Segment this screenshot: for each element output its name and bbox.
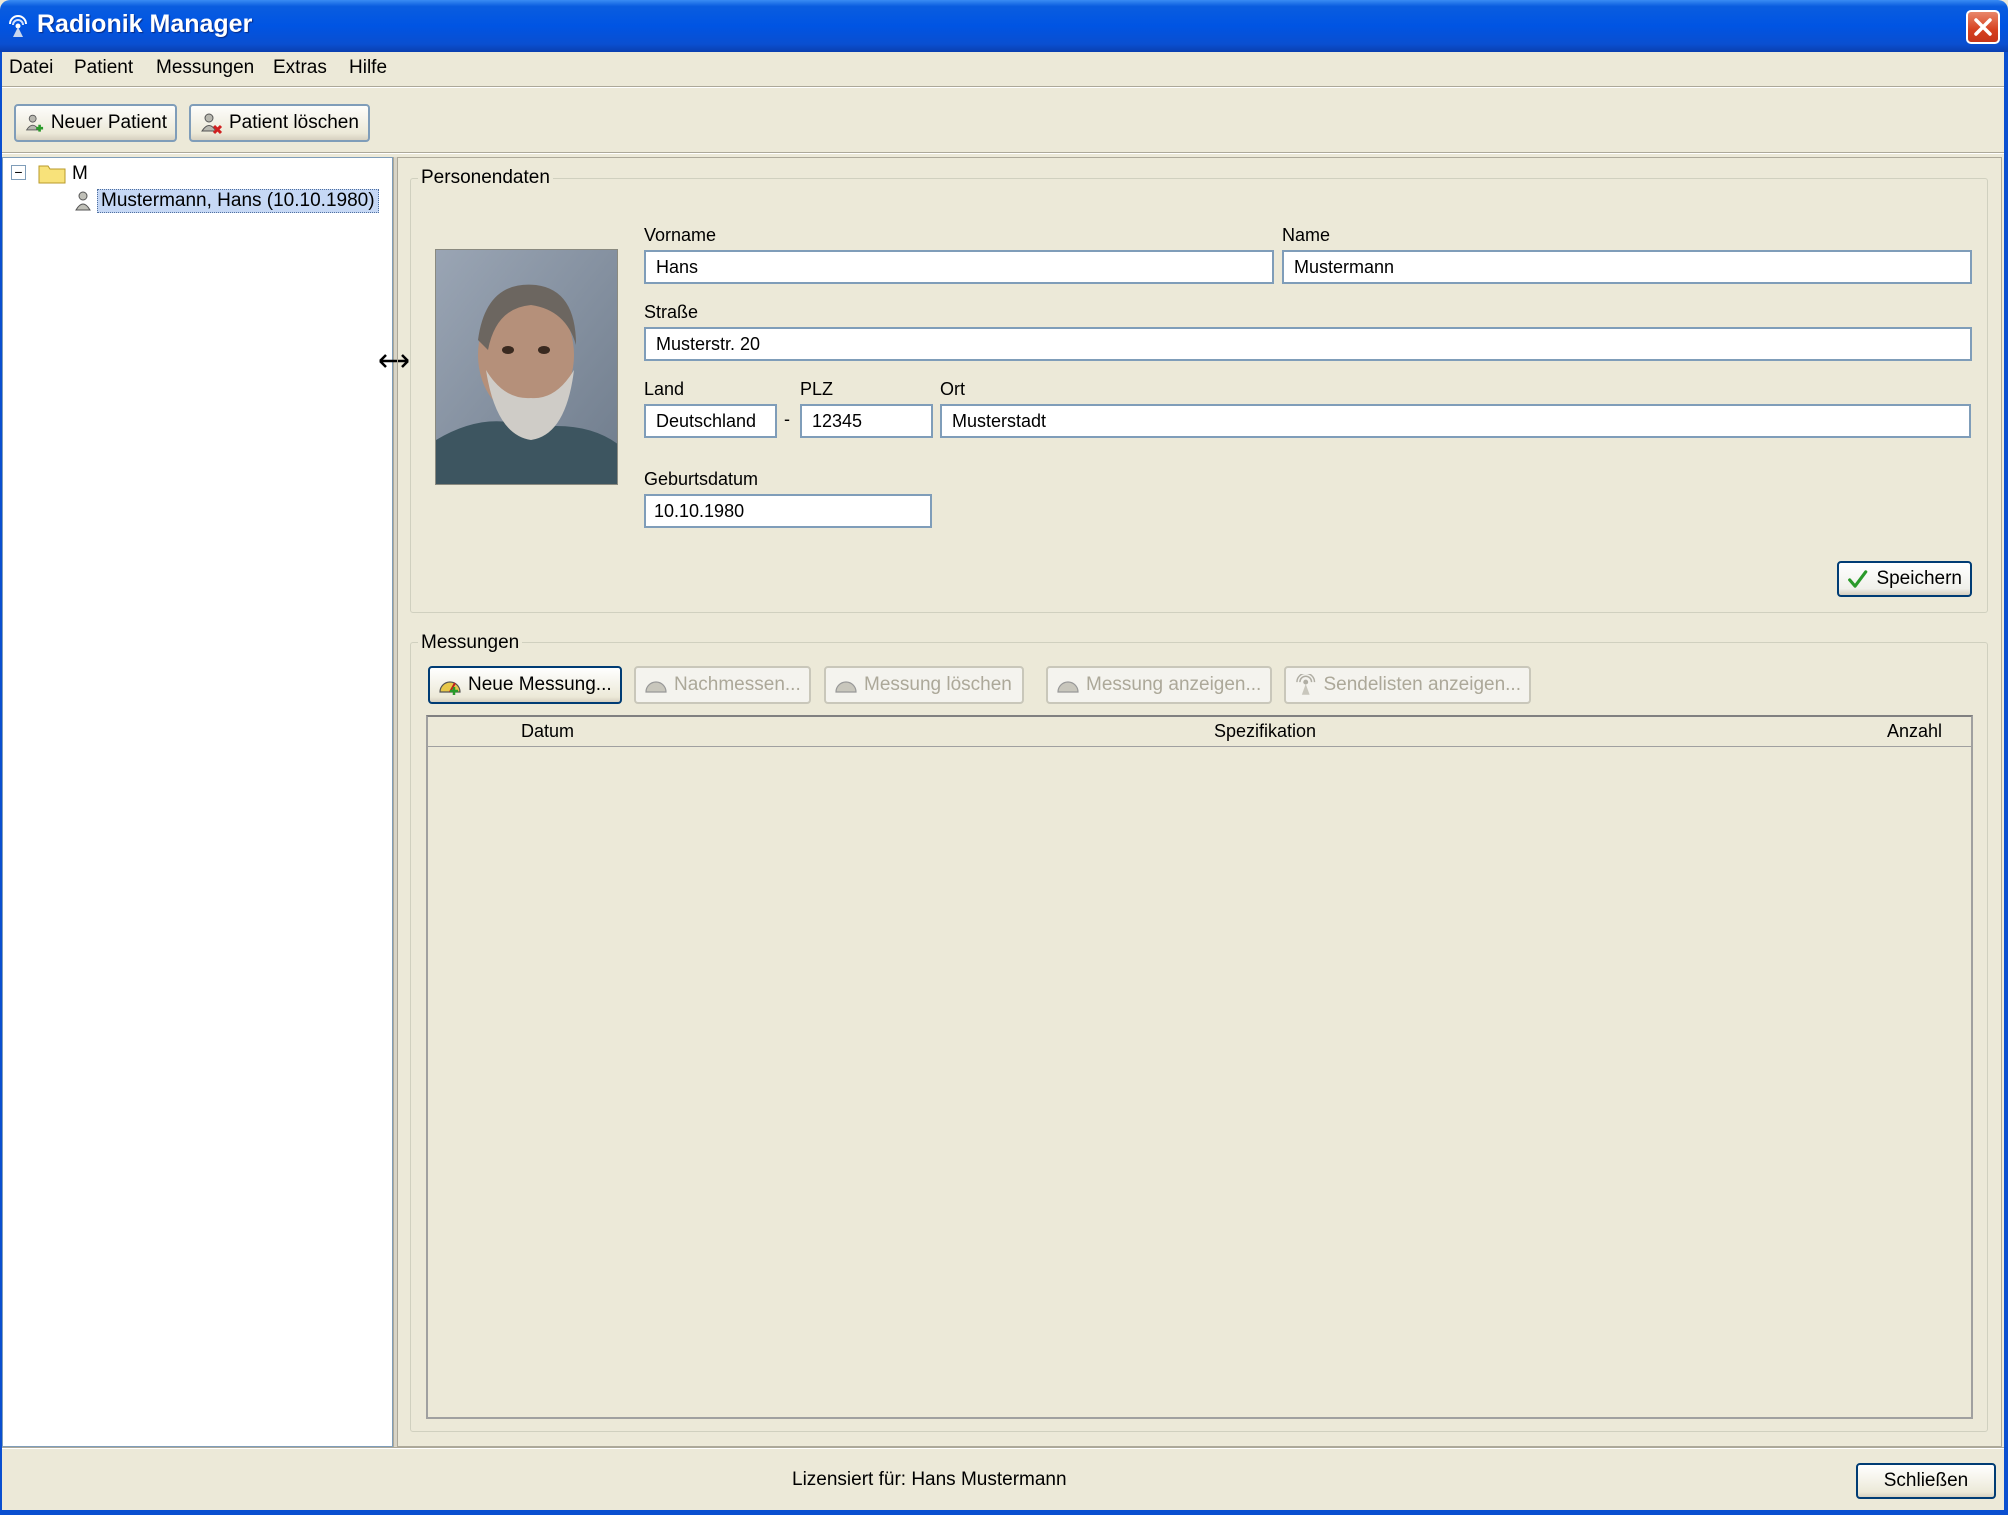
- person-icon: [75, 191, 91, 211]
- menu-divider: [2, 86, 2004, 88]
- license-text: Lizensiert für: Hans Mustermann: [792, 1469, 1067, 1490]
- ort-label: Ort: [940, 379, 965, 399]
- column-header-spezifikation[interactable]: Spezifikation: [1214, 721, 1316, 742]
- title-bar: [0, 0, 2008, 52]
- measurements-table[interactable]: [426, 715, 1973, 1419]
- patient-photo: [435, 249, 618, 485]
- save-button-label: Speichern: [1876, 568, 1962, 589]
- toolbar-divider: [2, 152, 2004, 154]
- name-input[interactable]: [1282, 250, 1972, 284]
- vorname-input[interactable]: [644, 250, 1274, 284]
- measurement-gauge-icon: [439, 681, 461, 695]
- delete-measurement-label: Messung löschen: [864, 674, 1012, 695]
- plz-input[interactable]: [800, 404, 933, 438]
- show-send-lists-label: Sendelisten anzeigen...: [1323, 674, 1521, 695]
- delete-patient-button[interactable]: Patient löschen: [189, 104, 370, 142]
- plz-label: PLZ: [800, 379, 834, 399]
- tree-collapse-toggle[interactable]: −: [11, 165, 26, 180]
- strasse-input[interactable]: [644, 327, 1972, 361]
- personendaten-legend: Personendaten: [418, 167, 553, 189]
- column-header-datum[interactable]: Datum: [521, 721, 574, 742]
- menu-datei[interactable]: Datei: [9, 57, 53, 79]
- new-measurement-label: Neue Messung...: [468, 674, 612, 695]
- gauge-view-icon: [1057, 681, 1079, 693]
- new-patient-button[interactable]: Neuer Patient: [14, 104, 177, 142]
- tree-group-label[interactable]: M: [72, 163, 88, 185]
- show-measurement-button[interactable]: Messung anzeigen...: [1046, 666, 1272, 704]
- new-patient-label: Neuer Patient: [50, 112, 167, 133]
- folder-icon: [38, 165, 66, 184]
- window-frame-bottom: [0, 1510, 2008, 1515]
- geburtsdatum-input[interactable]: [644, 494, 932, 528]
- checkmark-icon: [1848, 570, 1868, 588]
- remeasure-button[interactable]: Nachmessen...: [634, 666, 811, 704]
- delete-measurement-button[interactable]: Messung löschen: [824, 666, 1024, 704]
- window-title: Radionik Manager: [37, 10, 253, 38]
- menu-extras[interactable]: Extras: [273, 57, 327, 79]
- tree-item-patient[interactable]: Mustermann, Hans (10.10.1980): [97, 189, 379, 213]
- name-label: Name: [1282, 225, 1331, 245]
- land-label: Land: [644, 379, 685, 399]
- patient-tree[interactable]: [2, 157, 393, 1447]
- ort-input[interactable]: [940, 404, 1971, 438]
- menu-messungen[interactable]: Messungen: [156, 57, 254, 79]
- close-application-label: Schließen: [1883, 1470, 1969, 1491]
- menu-hilfe[interactable]: Hilfe: [349, 57, 387, 79]
- land-input[interactable]: [644, 404, 777, 438]
- geburtsdatum-label: Geburtsdatum: [644, 469, 759, 489]
- vorname-label: Vorname: [644, 225, 717, 245]
- close-icon: [1974, 18, 1992, 36]
- strasse-label: Straße: [644, 302, 699, 322]
- gauge-delete-icon: [835, 681, 857, 693]
- show-send-lists-button[interactable]: Sendelisten anzeigen...: [1284, 666, 1531, 704]
- land-plz-dash: -: [784, 409, 790, 429]
- close-application-button[interactable]: Schließen: [1856, 1463, 1996, 1499]
- menu-patient[interactable]: Patient: [74, 57, 133, 79]
- menu-bar: Datei Patient Messungen Extras Hilfe: [2, 52, 2004, 86]
- save-button[interactable]: Speichern: [1837, 561, 1972, 597]
- window-close-button[interactable]: [1966, 10, 2000, 44]
- radar-app-icon: [9, 15, 27, 37]
- delete-person-icon: [201, 113, 223, 135]
- status-divider: [2, 1447, 2004, 1449]
- gauge-disabled-icon: [645, 681, 667, 693]
- new-measurement-button[interactable]: Neue Messung...: [428, 666, 622, 704]
- column-header-anzahl[interactable]: Anzahl: [1887, 721, 1942, 742]
- delete-patient-label: Patient löschen: [229, 112, 359, 133]
- antenna-icon: [1296, 674, 1316, 695]
- remeasure-label: Nachmessen...: [674, 674, 801, 695]
- window-frame-right: [2004, 52, 2008, 1515]
- add-person-icon: [25, 114, 44, 132]
- table-header: Datum Spezifikation Anzahl: [428, 717, 1971, 747]
- messungen-legend: Messungen: [418, 632, 523, 654]
- show-measurement-label: Messung anzeigen...: [1086, 674, 1262, 695]
